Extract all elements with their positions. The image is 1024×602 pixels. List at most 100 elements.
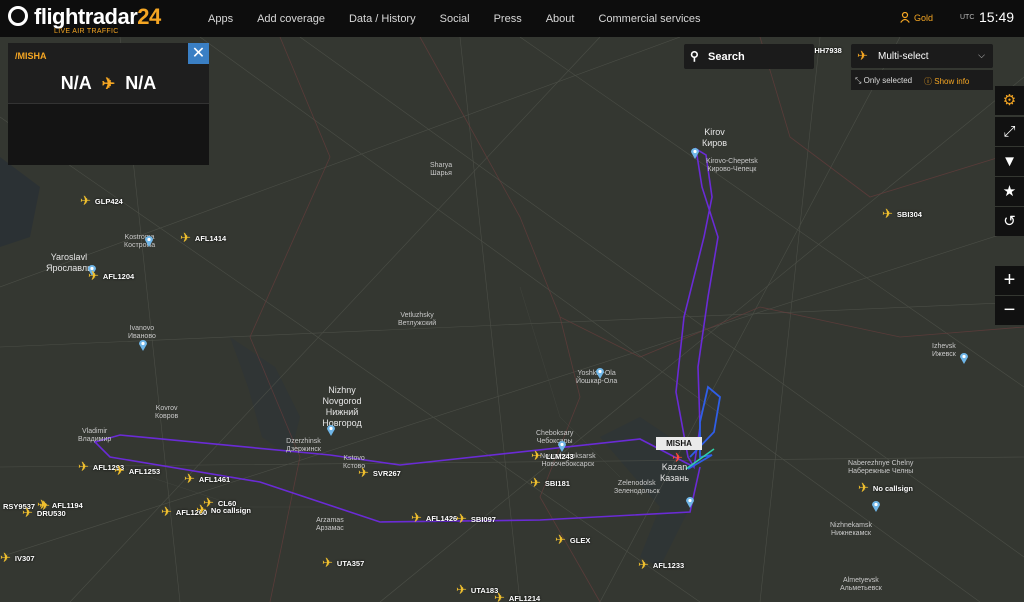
aircraft-marker[interactable]: ✈ SBI181	[530, 475, 570, 490]
airplane-icon: ✈	[322, 555, 333, 570]
airplane-icon: ✈	[358, 465, 369, 480]
zoom-in-icon: +	[1003, 269, 1016, 291]
city-label: Kirov Киров	[702, 127, 728, 148]
show-info-toggle[interactable]: ⓘ Show info	[924, 76, 969, 87]
zoom-in-button[interactable]: +	[995, 266, 1024, 295]
settings-button[interactable]: ⚙	[995, 86, 1024, 115]
city-label: Naberezhnye Chelny Набережные Челны	[848, 460, 914, 475]
logo-text: flightradar24	[34, 4, 161, 29]
nav-press[interactable]: Press	[482, 13, 534, 25]
close-panel-button[interactable]: ✕	[188, 43, 209, 64]
location-pin-icon[interactable]	[871, 500, 881, 512]
airplane-icon: ✈	[858, 480, 869, 495]
location-pin-icon[interactable]	[690, 147, 700, 159]
location-pin-icon[interactable]	[959, 352, 969, 364]
fullscreen-button[interactable]: ⤢	[995, 117, 1024, 146]
playback-button[interactable]: ↺	[995, 207, 1024, 236]
nav-data-history[interactable]: Data / History	[337, 13, 428, 25]
city-label: Nizhnekamsk Нижнекамск	[830, 522, 873, 537]
airplane-icon: ✈	[456, 511, 467, 526]
airplane-icon: ✈	[180, 230, 191, 245]
multi-select-options: ⤡ Only selected ⓘ Show info	[851, 70, 993, 90]
airplane-icon: ✈	[0, 550, 11, 565]
airplane-icon: ✈	[456, 582, 467, 597]
airplane-icon: ✈	[672, 450, 683, 465]
flight-info-panel: /MISHA N/A ✈ N/A	[8, 43, 209, 165]
nav-commercial-services[interactable]: Commercial services	[586, 13, 712, 25]
zoom-out-button[interactable]: −	[995, 296, 1024, 325]
airplane-icon: ✈	[411, 510, 422, 525]
aircraft-marker[interactable]: ✈ AFL1426	[411, 510, 457, 525]
multi-select-dropdown[interactable]: ✈ Multi-select ⌵	[851, 44, 993, 68]
location-pin-icon[interactable]	[326, 424, 336, 436]
search-label: Search	[708, 51, 745, 63]
nav-apps[interactable]: Apps	[196, 13, 245, 25]
nav-add-coverage[interactable]: Add coverage	[245, 13, 337, 25]
filter-button[interactable]: ▼	[995, 147, 1024, 176]
airplane-icon: ✈	[882, 206, 893, 221]
aircraft-marker[interactable]: ✈ IV307	[0, 550, 35, 565]
airplane-icon: ✈	[88, 268, 99, 283]
airplane-icon: ✈	[80, 193, 91, 208]
nav-social[interactable]: Social	[428, 13, 482, 25]
playback-icon: ↺	[1003, 213, 1016, 230]
city-label: Kovrov Ковров	[155, 405, 179, 420]
user-icon	[900, 12, 910, 23]
aircraft-marker[interactable]: ✈ AFL1461	[184, 471, 230, 486]
airplane-icon: ✈	[101, 76, 116, 93]
origin-airport: N/A	[60, 73, 92, 93]
city-label: Yaroslavl Ярославль	[46, 252, 92, 273]
airplane-icon: ✈	[531, 448, 542, 463]
selected-flight-label[interactable]: MISHA	[656, 437, 702, 450]
aircraft-marker[interactable]: ✈ GLEX	[555, 532, 590, 547]
city-label: Almetyevsk Альметьевск	[840, 577, 882, 592]
airplane-icon: ✈	[184, 471, 195, 486]
aircraft-marker[interactable]: ✈ SBI097	[456, 511, 496, 526]
aircraft-marker[interactable]: ✈ GLP424	[80, 193, 123, 208]
account-menu[interactable]: Gold	[900, 12, 933, 23]
aircraft-marker[interactable]: ✈ SVR267	[358, 465, 401, 480]
airplane-icon: ✈	[78, 459, 89, 474]
city-label: Dzerzhinsk Дзержинск	[286, 438, 321, 453]
top-navigation-bar: flightradar24 LIVE AIR TRAFFIC Apps Add …	[0, 0, 1024, 37]
location-pin-icon[interactable]	[685, 496, 695, 508]
flight-callsign: /MISHA	[15, 51, 47, 61]
search-box[interactable]: ⚲ Search	[684, 44, 814, 69]
aircraft-marker[interactable]: ✈ UTA183	[456, 582, 498, 597]
airplane-icon: ✈	[114, 463, 125, 478]
favorites-button[interactable]: ★	[995, 177, 1024, 206]
aircraft-marker[interactable]: ✈ CL60	[203, 495, 236, 510]
aircraft-marker[interactable]: ✈ SBI304	[882, 206, 922, 221]
multi-select-airplane-icon: ✈	[857, 48, 868, 63]
location-pin-icon[interactable]	[138, 339, 148, 351]
destination-airport: N/A	[125, 73, 157, 93]
selected-aircraft-marker[interactable]: ✈	[672, 450, 683, 465]
zoom-out-icon: −	[1003, 299, 1016, 321]
airplane-icon: ✈	[555, 532, 566, 547]
clock: 15:49	[979, 9, 1015, 25]
aircraft-marker[interactable]: ✈ LLM243	[531, 448, 574, 463]
aircraft-marker[interactable]: ✈ AFL1253	[114, 463, 160, 478]
airplane-icon: ✈	[161, 504, 172, 519]
aircraft-marker[interactable]: ✈ UTA357	[322, 555, 364, 570]
aircraft-marker[interactable]: ✈ No callsign	[858, 480, 913, 495]
airplane-icon: ✈	[203, 495, 214, 510]
utc-label: UTC	[960, 14, 975, 21]
aircraft-marker[interactable]: ✈ AFL1414	[180, 230, 226, 245]
location-pin-icon[interactable]	[595, 367, 605, 379]
logo-ring-icon	[8, 6, 28, 26]
city-label: Zelenodolsk Зеленодольск	[614, 480, 660, 495]
aircraft-marker[interactable]: ✈ AFL1204	[88, 268, 134, 283]
city-label: Arzamas Арзамас	[316, 517, 344, 532]
main-nav: Apps Add coverage Data / History Social …	[196, 0, 713, 37]
flight-route: N/A ✈ N/A	[8, 73, 209, 94]
aircraft-marker[interactable]: ✈ AFL1233	[638, 557, 684, 572]
city-label: Cheboksary Чебоксары	[536, 430, 574, 445]
logo-tagline: LIVE AIR TRAFFIC	[54, 28, 119, 35]
aircraft-marker[interactable]: ✈ DRU530	[22, 505, 66, 520]
only-selected-toggle[interactable]: ⤡ Only selected	[855, 76, 912, 86]
nav-about[interactable]: About	[534, 13, 587, 25]
aircraft-marker[interactable]: ✈ AFL1214	[494, 590, 540, 602]
location-pin-icon[interactable]	[144, 235, 154, 247]
airplane-icon: ✈	[494, 590, 505, 602]
